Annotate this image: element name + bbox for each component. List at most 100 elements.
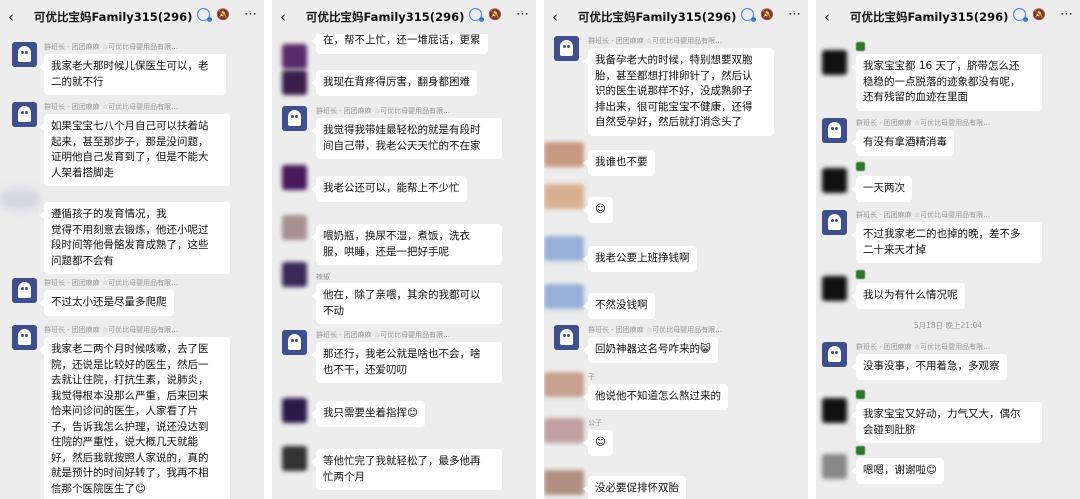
chat-title: 可优比宝妈Family315(296) — [34, 10, 193, 24]
message-bubble[interactable]: 等他忙完了我就轻松了，最多他再 忙两个月 — [311, 449, 502, 490]
avatar[interactable] — [544, 372, 584, 397]
back-button[interactable]: ‹ — [8, 8, 14, 26]
chat-title: 可优比宝妈Family315(296) — [306, 10, 465, 24]
avatar[interactable] — [12, 325, 37, 350]
message-bubble[interactable]: 没必要促排怀双胎 — [583, 476, 686, 499]
sender-badge-icon — [856, 162, 865, 171]
avatar[interactable] — [544, 418, 584, 443]
avatar[interactable] — [544, 284, 584, 309]
avatar[interactable] — [822, 118, 847, 143]
avatar[interactable] — [822, 210, 847, 235]
back-button[interactable]: ‹ — [824, 8, 830, 26]
message-bubble[interactable]: 一天两次 — [851, 176, 912, 202]
message-bubble[interactable]: 我家宝宝都 16 天了，脐带怎么还 稳稳的一点脱落的迹象都没有呢， 还有残留的血… — [851, 54, 1042, 111]
chat-title: 可优比宝妈Family315(296) — [578, 10, 737, 24]
avatar[interactable] — [822, 398, 847, 423]
more-icon[interactable]: ⋯ — [788, 7, 802, 22]
bell-off-icon: 🔕 — [216, 8, 230, 21]
message-bubble[interactable]: 回奶神器这名号咋来的😸 — [583, 337, 718, 363]
message-bubble[interactable]: 😊 — [583, 197, 613, 223]
avatar[interactable] — [282, 106, 307, 131]
message-bubble[interactable]: 我家老大那时候儿保医生可以，老 二的就不行 — [39, 54, 226, 95]
chat-window-3: ‹ 可优比宝妈Family315(296) 🔕 ⋯ 群班长 · 团团麻麻 ☆可优比… — [544, 0, 808, 499]
avatar[interactable] — [282, 262, 307, 287]
avatar[interactable] — [544, 142, 584, 167]
message-bubble[interactable]: 我家老二两个月时候咳嗽，去了医 院，还说是比较好的医生，然后一 去就让住院，打抗… — [39, 337, 230, 499]
more-icon[interactable]: ⋯ — [1060, 7, 1074, 22]
avatar[interactable] — [12, 42, 37, 67]
message-bubble[interactable]: 😊 — [583, 430, 613, 456]
message-bubble[interactable]: 不过太小还是尽量多爬爬 — [39, 290, 174, 316]
message-bubble[interactable]: 如果宝宝七八个月自己可以扶着站 起来，甚至那步子，那是没问题， 证明他自己发育到… — [39, 114, 230, 186]
back-button[interactable]: ‹ — [280, 8, 286, 26]
message-bubble[interactable]: 那还行，我老公就是啥也不会，啥 也不干，还爱叨叨 — [311, 342, 502, 383]
sender-name: 群班长 · 团团麻麻 ☆可优比母婴用品有限… — [588, 326, 723, 334]
sender-name: 群班长 · 团团麻麻 ☆可优比母婴用品有限… — [44, 43, 179, 51]
avatar[interactable] — [822, 342, 847, 367]
avatar[interactable] — [544, 184, 584, 209]
message-bubble[interactable]: 不过我家老二的也掉的晚，差不多 二十来天才掉 — [851, 222, 1042, 263]
chat-bubble-icon[interactable] — [741, 8, 757, 22]
avatar[interactable] — [554, 36, 579, 61]
bell-off-icon: 🔕 — [760, 8, 774, 21]
chat-bubble-icon[interactable] — [1013, 8, 1029, 22]
avatar[interactable] — [544, 236, 584, 261]
avatar[interactable] — [282, 446, 307, 471]
more-icon[interactable]: ⋯ — [516, 7, 530, 22]
sender-name: 群班长 · 团团麻麻 ☆可优比母婴用品有限… — [316, 331, 451, 339]
message-bubble[interactable]: 他说他不知道怎么熬过来的 — [583, 384, 728, 410]
chat-window-1: ‹ 可优比宝妈Family315(296) 🔕 ⋯ 群班长 · 团团麻麻 ☆可优比… — [0, 0, 264, 499]
sender-name: 子 — [588, 373, 595, 381]
more-icon[interactable]: ⋯ — [244, 7, 258, 22]
message-bubble[interactable]: 我老公要上班挣钱啊 — [583, 246, 697, 272]
avatar[interactable] — [822, 50, 847, 75]
blurred-avatar — [0, 188, 40, 210]
sender-badge-icon — [856, 270, 865, 279]
avatar[interactable] — [282, 165, 307, 190]
bell-off-icon: 🔕 — [488, 8, 502, 21]
sender-name: 辣椒 — [316, 273, 330, 281]
sender-name: 群班长 · 团团麻麻 ☆可优比母婴用品有限… — [588, 37, 723, 45]
sender-name: 群班长 · 团团麻麻 ☆可优比母婴用品有限… — [856, 119, 991, 127]
sender-name: 群班长 · 团团麻麻 ☆可优比母婴用品有限… — [44, 279, 179, 287]
sender-name: 群班长 · 团团麻麻 ☆可优比母婴用品有限… — [856, 211, 991, 219]
avatar[interactable] — [282, 44, 307, 69]
message-bubble[interactable]: 嗯嗯，谢谢啦😊 — [851, 458, 944, 484]
message-bubble[interactable]: 我家宝宝又好动，力气又大，偶尔 会碰到肚脐 — [851, 402, 1042, 443]
avatar[interactable] — [544, 470, 584, 495]
message-bubble[interactable]: 没事没事，不用着急，多观察 — [851, 354, 1007, 380]
avatar[interactable] — [822, 276, 847, 301]
avatar[interactable] — [12, 278, 37, 303]
chat-header: ‹ 可优比宝妈Family315(296) 🔕 ⋯ — [272, 0, 536, 34]
message-bubble[interactable]: 遵循孩子的发育情况，我 觉得不用刻意去锻炼，他还小呢过 段时间等他骨骼发育成熟了… — [39, 202, 230, 274]
message-bubble[interactable]: 我备孕老大的时候，特别想要双胞 胎，甚至都想打排卵针了，然后认 识的医生说那样不… — [583, 48, 774, 136]
message-bubble[interactable]: 有没有拿酒精消毒 — [851, 130, 954, 156]
back-button[interactable]: ‹ — [552, 8, 558, 26]
message-bubble[interactable]: 喂奶瓶，换尿不湿，煮饭，洗衣 服，哄睡，还是一把好手呢 — [311, 224, 502, 265]
avatar[interactable] — [822, 168, 847, 193]
chat-title: 可优比宝妈Family315(296) — [850, 10, 1009, 24]
avatar[interactable] — [282, 398, 307, 423]
bell-off-icon: 🔕 — [1032, 8, 1046, 21]
avatar[interactable] — [282, 70, 307, 95]
avatar[interactable] — [12, 102, 37, 127]
chat-bubble-icon[interactable] — [469, 8, 485, 22]
message-bubble[interactable]: 我觉得我带娃最轻松的就是有段时 间自己带，我老公天天忙的不在家 — [311, 118, 502, 159]
message-bubble[interactable]: 我现在背疼得厉害，翻身都困难 — [311, 70, 477, 96]
message-bubble[interactable]: 我老公还可以，能帮上不少忙 — [311, 176, 467, 202]
avatar[interactable] — [282, 215, 307, 240]
message-bubble[interactable]: 他在，除了亲喂，其余的我都可以 不动 — [311, 283, 502, 324]
sender-badge-icon — [856, 390, 865, 399]
chat-bubble-icon[interactable] — [197, 8, 213, 22]
sender-badge-icon — [856, 42, 865, 51]
message-bubble[interactable]: 我以为有什么情况呢 — [851, 283, 965, 309]
avatar[interactable] — [554, 325, 579, 350]
chat-header: ‹ 可优比宝妈Family315(296) 🔕 ⋯ — [544, 0, 808, 34]
message-bubble[interactable]: 我只需要坐着指挥😊 — [311, 401, 425, 427]
avatar[interactable] — [282, 330, 307, 355]
avatar[interactable] — [822, 454, 847, 479]
chat-header: ‹ 可优比宝妈Family315(296) 🔕 ⋯ — [816, 0, 1080, 34]
message-bubble[interactable]: 我谁也不要 — [583, 150, 655, 176]
chat-window-2: ‹ 可优比宝妈Family315(296) 🔕 ⋯ 在，帮不上忙，还一堆屁话，更累… — [272, 0, 536, 499]
message-bubble[interactable]: 不然没钱啊 — [583, 293, 655, 319]
